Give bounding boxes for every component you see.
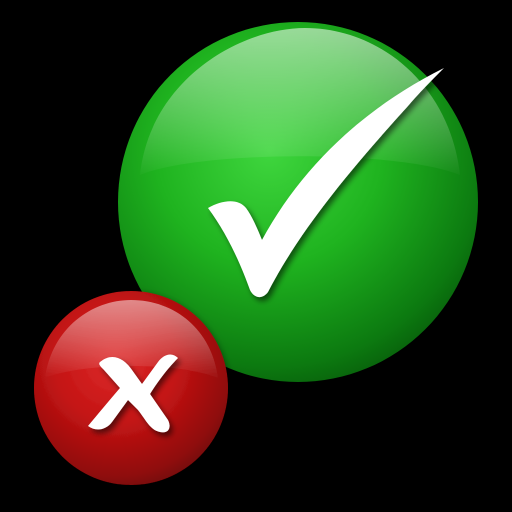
check-sphere-gloss — [140, 28, 460, 175]
icon-artwork — [34, 22, 478, 485]
app-icon — [0, 0, 512, 512]
